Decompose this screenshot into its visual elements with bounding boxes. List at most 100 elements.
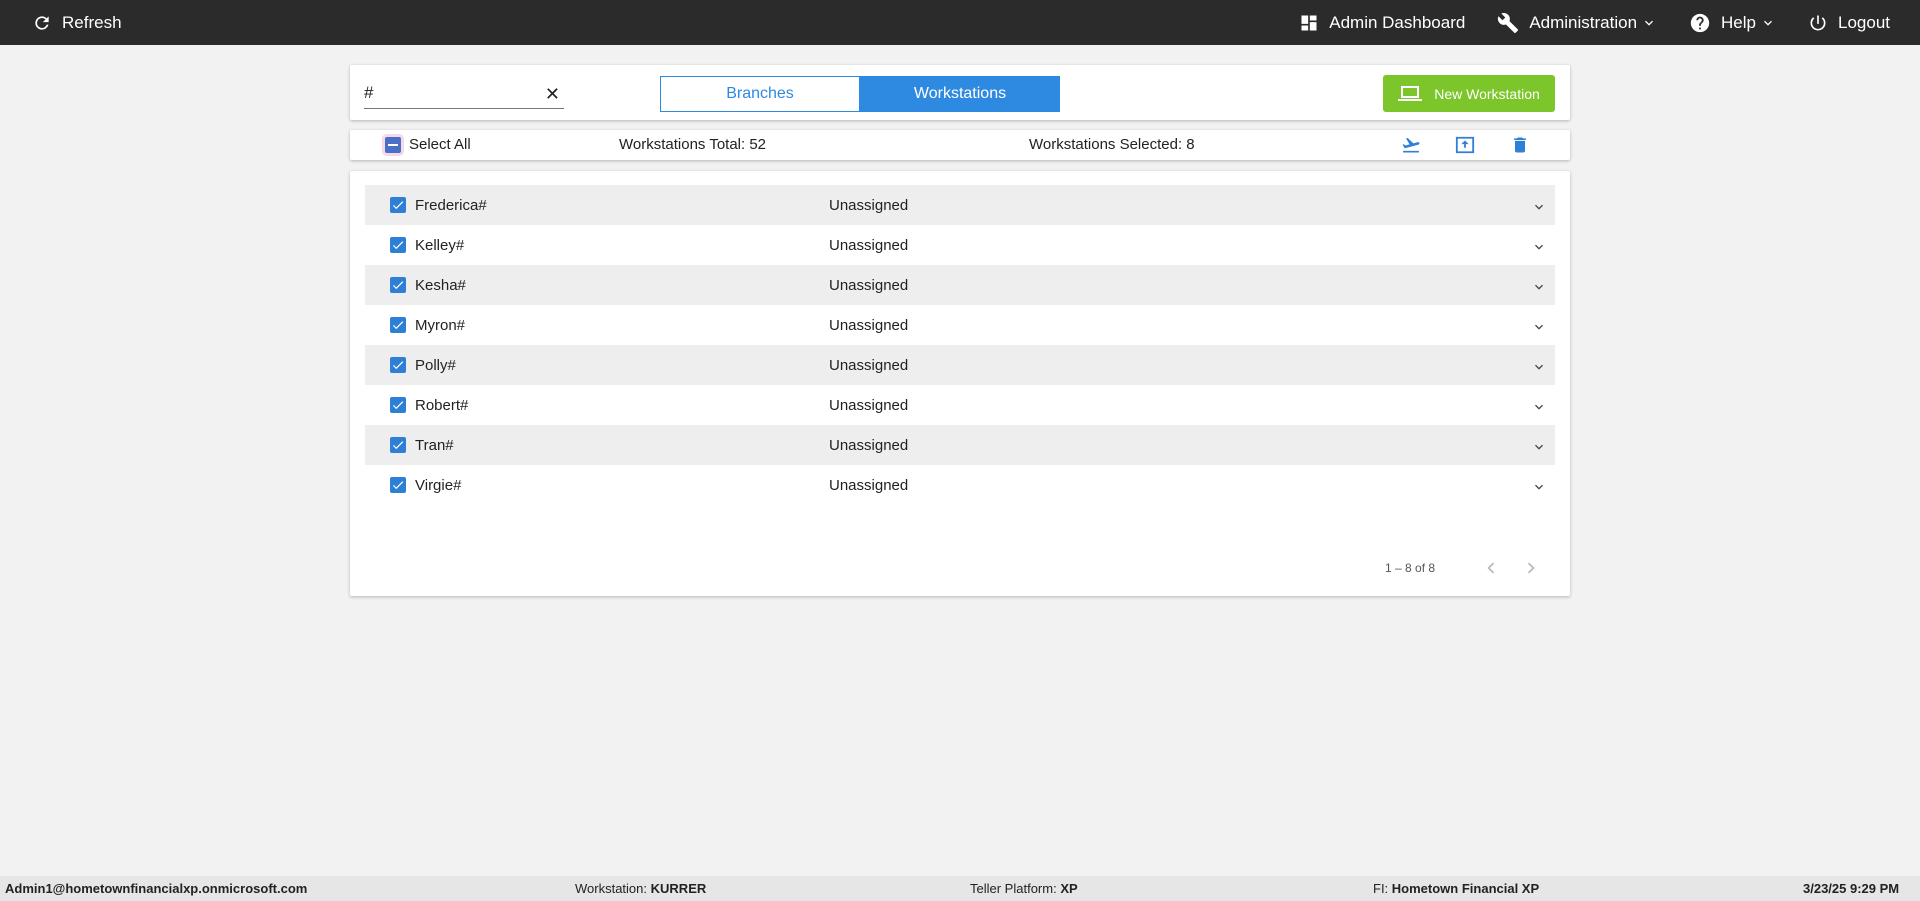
footer-user: Admin1@hometownfinancialxp.onmicrosoft.c… — [5, 881, 307, 896]
wrench-icon — [1498, 12, 1519, 33]
list-item[interactable]: Polly# Unassigned — [365, 345, 1555, 385]
user-email: Admin1@hometownfinancialxp.onmicrosoft.c… — [5, 881, 308, 896]
workstation-name: Myron# — [415, 316, 466, 334]
row-checkbox[interactable] — [390, 197, 406, 213]
row-checkbox[interactable] — [390, 237, 406, 253]
list-item[interactable]: Robert# Unassigned — [365, 385, 1555, 425]
logout-label: Logout — [1838, 12, 1890, 32]
search-input[interactable] — [364, 81, 534, 105]
workstation-status: Unassigned — [829, 436, 909, 454]
row-checkbox[interactable] — [390, 397, 406, 413]
indeterminate-checkbox-icon — [385, 136, 401, 153]
footer-datetime: 3/23/25 9:29 PM — [1803, 881, 1899, 896]
check-icon — [392, 321, 404, 330]
upload-icon — [1455, 136, 1475, 154]
workstation-name: Kelley# — [415, 236, 465, 254]
row-checkbox[interactable] — [390, 357, 406, 373]
delete-button[interactable] — [1510, 135, 1530, 160]
expand-chevron-icon[interactable] — [1531, 239, 1547, 255]
selection-bar: Select All Workstations Total: 52 Workst… — [350, 130, 1570, 160]
workstation-name: Tran# — [415, 436, 454, 454]
laptop-icon — [1398, 85, 1423, 101]
row-checkbox[interactable] — [390, 317, 406, 333]
workstation-name: Virgie# — [415, 476, 462, 494]
logout-button[interactable]: Logout — [1808, 0, 1890, 45]
check-icon — [392, 481, 404, 490]
expand-chevron-icon[interactable] — [1531, 279, 1547, 295]
workstation-status: Unassigned — [829, 276, 909, 294]
expand-chevron-icon[interactable] — [1531, 479, 1547, 495]
workstations-total: Workstations Total: 52 — [619, 136, 767, 153]
select-all-label: Select All — [409, 136, 471, 153]
chevron-down-icon — [1645, 20, 1654, 26]
new-workstation-button[interactable]: New Workstation — [1383, 75, 1555, 112]
list-item[interactable]: Kelley# Unassigned — [365, 225, 1555, 265]
footer-fi: FI: Hometown Financial XP — [1373, 881, 1539, 896]
workstation-status: Unassigned — [829, 316, 909, 334]
datetime-value: 3/23/25 9:29 PM — [1803, 881, 1900, 896]
administration-menu[interactable]: Administration — [1497, 0, 1657, 45]
help-icon — [1690, 13, 1710, 32]
select-all-checkbox[interactable]: Select All — [385, 136, 471, 153]
next-page-icon[interactable] — [1520, 557, 1542, 579]
previous-page-icon[interactable] — [1480, 557, 1502, 579]
workstation-status: Unassigned — [829, 476, 909, 494]
workstation-name: Polly# — [415, 356, 456, 374]
workstation-name: Frederica# — [415, 196, 487, 214]
workstations-selected: Workstations Selected: 8 — [1029, 136, 1195, 153]
new-workstation-label: New Workstation — [1434, 85, 1540, 102]
list-item[interactable]: Frederica# Unassigned — [365, 185, 1555, 225]
administration-label: Administration — [1529, 12, 1638, 32]
check-icon — [392, 441, 404, 450]
row-checkbox[interactable] — [390, 277, 406, 293]
chevron-down-icon — [1764, 20, 1772, 26]
export-button[interactable] — [1454, 135, 1476, 160]
view-toggle: Branches Workstations — [660, 76, 1060, 112]
refresh-button[interactable]: Refresh — [32, 0, 122, 45]
list-item[interactable]: Tran# Unassigned — [365, 425, 1555, 465]
help-label: Help — [1721, 12, 1756, 32]
list-item[interactable]: Virgie# Unassigned — [365, 465, 1555, 505]
help-menu[interactable]: Help — [1689, 0, 1776, 45]
workstation-value: KURRER — [650, 881, 707, 896]
row-checkbox[interactable] — [390, 437, 406, 453]
pagination-range: 1 – 8 of 8 — [1385, 561, 1436, 575]
workstation-status: Unassigned — [829, 356, 909, 374]
tab-branches[interactable]: Branches — [660, 76, 860, 112]
workstation-label: Workstation: — [575, 881, 648, 896]
expand-chevron-icon[interactable] — [1531, 399, 1547, 415]
check-icon — [392, 241, 404, 250]
list-item[interactable]: Myron# Unassigned — [365, 305, 1555, 345]
expand-chevron-icon[interactable] — [1531, 359, 1547, 375]
workstation-list: Frederica# Unassigned Kelley# Unassigned… — [350, 171, 1570, 596]
status-footer: Admin1@hometownfinancialxp.onmicrosoft.c… — [0, 876, 1920, 901]
expand-chevron-icon[interactable] — [1531, 319, 1547, 335]
check-icon — [392, 361, 404, 370]
platform-value: XP — [1060, 881, 1078, 896]
tab-workstations[interactable]: Workstations — [860, 76, 1060, 112]
check-icon — [392, 281, 404, 290]
trash-icon — [1514, 137, 1526, 153]
search-field: ✕ — [364, 81, 564, 109]
platform-label: Teller Platform: — [970, 881, 1057, 896]
workstation-status: Unassigned — [829, 236, 909, 254]
search-toolbar: ✕ Branches Workstations New Workstation — [350, 65, 1570, 120]
row-checkbox[interactable] — [390, 477, 406, 493]
clear-search-icon[interactable]: ✕ — [545, 84, 560, 105]
workstation-status: Unassigned — [829, 396, 909, 414]
workstation-status: Unassigned — [829, 196, 909, 214]
expand-chevron-icon[interactable] — [1531, 199, 1547, 215]
flight-takeoff-icon — [1402, 137, 1420, 153]
move-button[interactable] — [1400, 135, 1422, 160]
refresh-label: Refresh — [62, 12, 122, 32]
check-icon — [392, 401, 404, 410]
fi-value: Hometown Financial XP — [1391, 881, 1540, 896]
workstation-name: Robert# — [415, 396, 469, 414]
footer-workstation: Workstation: KURRER — [575, 881, 706, 896]
footer-platform: Teller Platform: XP — [970, 881, 1078, 896]
list-item[interactable]: Kesha# Unassigned — [365, 265, 1555, 305]
admin-dashboard-link[interactable]: Admin Dashboard — [1299, 0, 1465, 45]
expand-chevron-icon[interactable] — [1531, 439, 1547, 455]
fi-label: FI: — [1373, 881, 1389, 896]
top-navigation-bar: Refresh Admin Dashboard Administration H… — [0, 0, 1920, 45]
